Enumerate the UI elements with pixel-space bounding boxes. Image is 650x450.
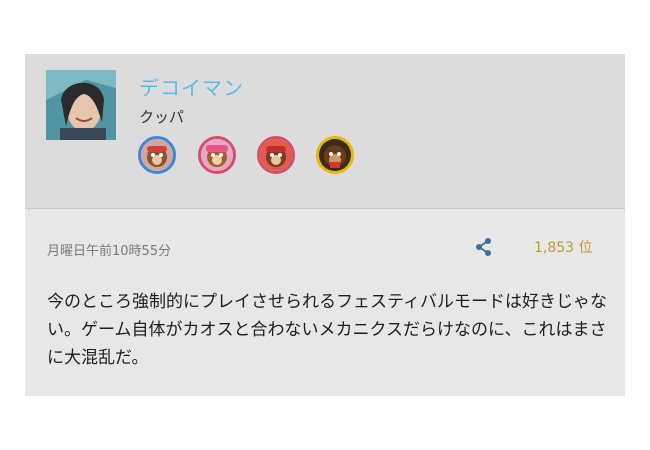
user-name[interactable]: デコイマン xyxy=(139,72,244,101)
post-card: デコイマン クッパ 月曜日午前10時55分 1,853 位 今のところ強制的にプ… xyxy=(25,54,625,396)
team-name: クッパ xyxy=(139,108,185,126)
post-header: デコイマン クッパ xyxy=(25,54,625,208)
fighter-badge-icon-2[interactable] xyxy=(198,136,236,174)
post-body: 今のところ強制的にプレイさせられるフェスティバルモードは好きじゃない。ゲーム自体… xyxy=(47,292,607,368)
rank-label: 1,853 位 xyxy=(534,240,593,256)
user-avatar[interactable] xyxy=(46,70,116,140)
fighter-badge-icon-1[interactable] xyxy=(138,136,176,174)
header-divider xyxy=(25,208,625,209)
fighter-badge-icon-3[interactable] xyxy=(257,136,295,174)
share-icon[interactable] xyxy=(473,236,495,258)
fighter-badge-icon-4[interactable] xyxy=(316,136,354,174)
post-timestamp: 月曜日午前10時55分 xyxy=(47,244,172,259)
